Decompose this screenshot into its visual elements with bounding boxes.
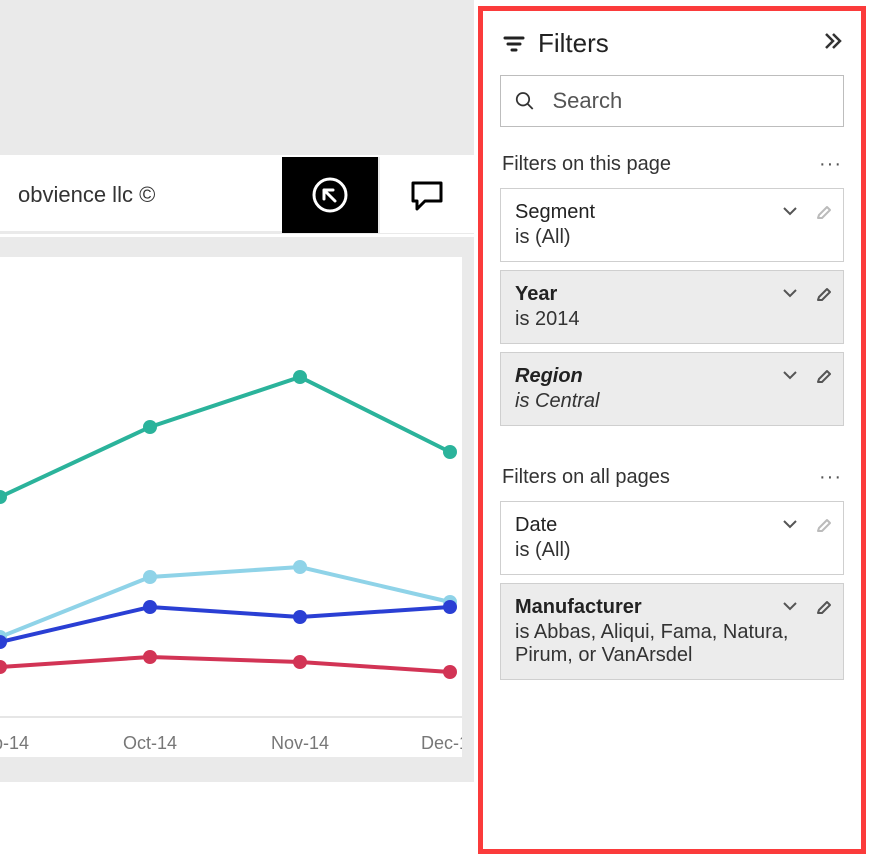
filter-value: is Abbas, Aliqui, Fama, Natura, Pirum, o… bbox=[515, 621, 797, 667]
filter-card[interactable]: Regionis Central bbox=[500, 352, 844, 426]
report-canvas-mid: Sep-14 Oct-14 Nov-14 Dec-14 bbox=[0, 237, 474, 761]
brand-label: obvience llc © bbox=[0, 182, 155, 208]
chevron-down-icon bbox=[781, 597, 799, 615]
chart-point bbox=[443, 445, 457, 459]
chart-series-line bbox=[0, 377, 450, 497]
filter-value: is (All) bbox=[515, 226, 797, 249]
filters-section-all-label: Filters on all pages bbox=[502, 466, 670, 489]
x-tick-label: Oct-14 bbox=[123, 733, 177, 753]
filters-search-input[interactable] bbox=[550, 87, 829, 115]
chart-point bbox=[143, 420, 157, 434]
filter-card[interactable]: Dateis (All) bbox=[500, 501, 844, 575]
filter-value: is 2014 bbox=[515, 308, 797, 331]
filters-search[interactable] bbox=[500, 75, 844, 127]
chart-point bbox=[293, 610, 307, 624]
chart-point bbox=[143, 570, 157, 584]
filters-section-all: Filters on all pages ··· bbox=[488, 456, 856, 497]
chevron-down-icon bbox=[781, 366, 799, 384]
line-chart[interactable]: Sep-14 Oct-14 Nov-14 Dec-14 bbox=[0, 257, 462, 757]
visual-toolbar: obvience llc © bbox=[0, 158, 474, 234]
filter-name: Region bbox=[515, 365, 797, 388]
filter-expand-button[interactable] bbox=[781, 515, 799, 539]
chart-point bbox=[443, 600, 457, 614]
chart-point bbox=[293, 655, 307, 669]
chart-point bbox=[293, 560, 307, 574]
eraser-icon bbox=[813, 596, 833, 616]
drill-up-icon bbox=[309, 174, 351, 216]
filter-icon bbox=[502, 32, 526, 56]
x-tick-label: Dec-14 bbox=[421, 733, 462, 753]
filter-name: Year bbox=[515, 283, 797, 306]
filter-value: is Central bbox=[515, 390, 797, 413]
line-chart-svg: Sep-14 Oct-14 Nov-14 Dec-14 bbox=[0, 257, 462, 757]
chevron-down-icon bbox=[781, 284, 799, 302]
filters-pane: Filters Filters on this page ··· Segment… bbox=[488, 16, 856, 844]
eraser-icon bbox=[813, 283, 833, 303]
report-canvas-gap bbox=[0, 761, 474, 781]
report-canvas-bottom bbox=[0, 781, 474, 860]
chart-point bbox=[443, 665, 457, 679]
x-tick-label: Nov-14 bbox=[271, 733, 329, 753]
filter-card[interactable]: Manufactureris Abbas, Aliqui, Fama, Natu… bbox=[500, 583, 844, 680]
filter-expand-button[interactable] bbox=[781, 202, 799, 226]
filter-value: is (All) bbox=[515, 539, 797, 562]
chart-point bbox=[0, 660, 7, 674]
chart-point bbox=[293, 370, 307, 384]
filter-name: Date bbox=[515, 514, 797, 537]
filter-expand-button[interactable] bbox=[781, 284, 799, 308]
filters-section-page-label: Filters on this page bbox=[502, 153, 671, 176]
filter-clear-button[interactable] bbox=[813, 596, 833, 622]
filters-title: Filters bbox=[538, 28, 609, 59]
eraser-icon bbox=[813, 201, 833, 221]
collapse-pane-button[interactable] bbox=[822, 30, 844, 58]
eraser-icon bbox=[813, 514, 833, 534]
report-canvas-top bbox=[0, 0, 474, 155]
chevron-down-icon bbox=[781, 202, 799, 220]
chevron-double-right-icon bbox=[822, 30, 844, 52]
filters-section-all-more[interactable]: ··· bbox=[819, 466, 842, 489]
filter-clear-button[interactable] bbox=[813, 283, 833, 309]
filter-name: Segment bbox=[515, 201, 797, 224]
filters-section-page-more[interactable]: ··· bbox=[819, 153, 842, 176]
chart-point bbox=[143, 600, 157, 614]
filter-clear-button[interactable] bbox=[813, 201, 833, 227]
filter-clear-button[interactable] bbox=[813, 365, 833, 391]
filters-section-page: Filters on this page ··· bbox=[488, 143, 856, 184]
search-icon bbox=[515, 90, 534, 112]
filter-expand-button[interactable] bbox=[781, 366, 799, 390]
filter-expand-button[interactable] bbox=[781, 597, 799, 621]
chart-series-line bbox=[0, 607, 450, 642]
eraser-icon bbox=[813, 365, 833, 385]
filters-pane-header: Filters bbox=[488, 16, 856, 69]
drill-up-button[interactable] bbox=[282, 157, 378, 233]
filter-card[interactable]: Yearis 2014 bbox=[500, 270, 844, 344]
filter-name: Manufacturer bbox=[515, 596, 797, 619]
comment-icon bbox=[407, 175, 447, 215]
comment-button[interactable] bbox=[378, 157, 474, 233]
x-tick-label: Sep-14 bbox=[0, 733, 29, 753]
chevron-down-icon bbox=[781, 515, 799, 533]
chart-point bbox=[143, 650, 157, 664]
chart-series-line bbox=[0, 657, 450, 672]
filter-card[interactable]: Segmentis (All) bbox=[500, 188, 844, 262]
filter-clear-button[interactable] bbox=[813, 514, 833, 540]
